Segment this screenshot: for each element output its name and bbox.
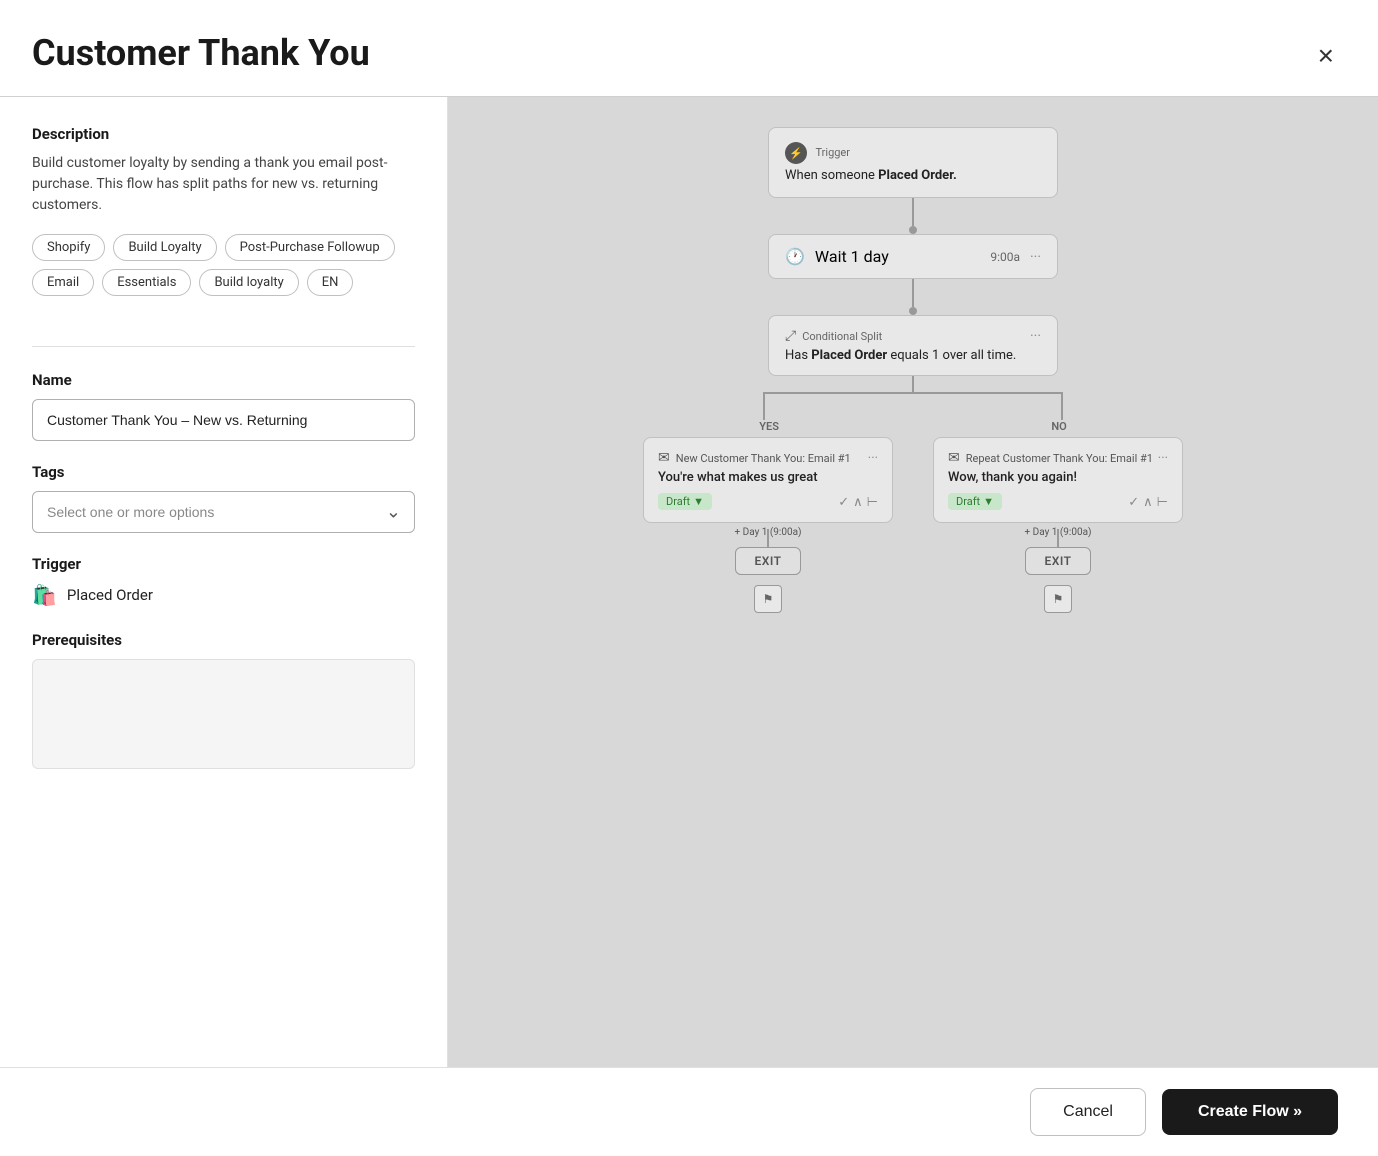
left-email-node: ✉ New Customer Thank You: Email #1 ··· Y…: [643, 437, 893, 523]
chip-build-loyalty-1: Build Loyalty: [113, 234, 216, 261]
right-draft-badge[interactable]: Draft ▼: [948, 493, 1002, 510]
chip-shopify: Shopify: [32, 234, 105, 261]
left-exit-node: EXIT: [735, 547, 800, 575]
name-section: Name: [32, 371, 415, 441]
left-filter-btn[interactable]: ⊢: [867, 494, 878, 510]
left-node-actions: ✓ ∧ ⊢: [838, 494, 878, 510]
wait-dots-menu[interactable]: ···: [1030, 249, 1041, 265]
left-up-btn[interactable]: ∧: [853, 494, 863, 510]
trigger-label: Trigger: [32, 555, 415, 573]
cancel-button[interactable]: Cancel: [1030, 1088, 1146, 1136]
split-node-content: Has Placed Order equals 1 over all time.: [785, 348, 1041, 363]
modal-header: Customer Thank You ×: [0, 0, 1378, 76]
left-check-btn[interactable]: ✓: [838, 494, 849, 510]
branch-top: [623, 376, 1203, 420]
modal-body: Description Build customer loyalty by se…: [0, 97, 1378, 1067]
split-dots-menu[interactable]: ···: [1030, 328, 1041, 344]
name-label: Name: [32, 371, 415, 389]
right-email-footer: Draft ▼ ✓ ∧ ⊢: [948, 493, 1168, 510]
prerequisites-label: Prerequisites: [32, 631, 415, 649]
left-email-header: ✉ New Customer Thank You: Email #1 ···: [658, 450, 878, 466]
left-connector: [767, 529, 769, 547]
right-exit-node: EXIT: [1025, 547, 1090, 575]
tags-select-wrapper: Select one or more options ⌄: [32, 491, 415, 533]
right-panel: ⚡ Trigger When someone Placed Order. 🕐: [448, 97, 1378, 1067]
yes-no-labels: YES NO: [623, 420, 1203, 433]
left-email-content: You're what makes us great: [658, 470, 878, 485]
right-connector: [1057, 529, 1059, 547]
tags-select[interactable]: Select one or more options: [32, 491, 415, 533]
chip-build-loyalty-2: Build loyalty: [199, 269, 298, 296]
modal-footer: Cancel Create Flow »: [0, 1067, 1378, 1156]
description-section: Description Build customer loyalty by se…: [32, 125, 415, 324]
center-connector: [912, 376, 914, 392]
chip-email: Email: [32, 269, 94, 296]
trigger-node: ⚡ Trigger When someone Placed Order.: [768, 127, 1058, 198]
right-email-header: ✉ Repeat Customer Thank You: Email #1 ··…: [948, 450, 1168, 466]
connector-1: [912, 198, 914, 226]
create-flow-button[interactable]: Create Flow »: [1162, 1089, 1338, 1135]
envelope-right-icon: ✉: [948, 450, 960, 466]
trigger-item: 🛍️ Placed Order: [32, 583, 415, 607]
left-branch: ✉ New Customer Thank You: Email #1 ··· Y…: [643, 437, 893, 613]
prerequisites-section: Prerequisites: [32, 631, 415, 769]
right-branch: ✉ Repeat Customer Thank You: Email #1 ··…: [933, 437, 1183, 613]
right-node-actions: ✓ ∧ ⊢: [1128, 494, 1168, 510]
left-panel: Description Build customer loyalty by se…: [0, 97, 448, 1067]
connector-dot-1: [909, 226, 917, 234]
left-draft-badge[interactable]: Draft ▼: [658, 493, 712, 510]
lightning-icon: ⚡: [785, 142, 807, 164]
right-dropdown-arrow: ▼: [983, 495, 994, 508]
modal-overlay: Customer Thank You × Description Build c…: [0, 0, 1378, 1156]
split-icon: ⤢: [785, 328, 796, 344]
dropdown-arrow: ▼: [693, 495, 704, 508]
right-check-btn[interactable]: ✓: [1128, 494, 1139, 510]
right-branch-line: [1061, 392, 1063, 420]
wait-text: Wait 1 day: [815, 247, 889, 266]
modal: Customer Thank You × Description Build c…: [0, 0, 1378, 1156]
form-divider: [32, 346, 415, 347]
tags-section: Tags Select one or more options ⌄: [32, 463, 415, 533]
left-email-footer: Draft ▼ ✓ ∧ ⊢: [658, 493, 878, 510]
envelope-left-icon: ✉: [658, 450, 670, 466]
right-up-btn[interactable]: ∧: [1143, 494, 1153, 510]
close-button[interactable]: ×: [1314, 36, 1338, 76]
wait-time: 9:00a: [990, 250, 1020, 264]
chip-row: Shopify Build Loyalty Post-Purchase Foll…: [32, 234, 415, 296]
modal-title: Customer Thank You: [32, 32, 370, 74]
left-email-dots[interactable]: ···: [868, 451, 878, 466]
description-label: Description: [32, 125, 415, 143]
clock-icon: 🕐: [785, 247, 805, 266]
chip-essentials: Essentials: [102, 269, 191, 296]
right-email-node: ✉ Repeat Customer Thank You: Email #1 ··…: [933, 437, 1183, 523]
trigger-node-header: ⚡ Trigger: [785, 142, 1041, 164]
prerequisites-box: [32, 659, 415, 769]
name-input[interactable]: [32, 399, 415, 441]
email-branches: ✉ New Customer Thank You: Email #1 ··· Y…: [643, 437, 1183, 613]
chip-post-purchase: Post-Purchase Followup: [225, 234, 395, 261]
wait-node: 🕐 Wait 1 day 9:00a ···: [768, 234, 1058, 279]
no-label: NO: [1051, 420, 1066, 433]
split-node: ⤢ Conditional Split ··· Has Placed Order…: [768, 315, 1058, 376]
connector-2: [912, 279, 914, 307]
trigger-value: Placed Order: [67, 586, 153, 604]
horizontal-line: [763, 392, 1063, 394]
trigger-node-content: When someone Placed Order.: [785, 168, 1041, 183]
trigger-section: Trigger 🛍️ Placed Order: [32, 555, 415, 607]
right-email-content: Wow, thank you again!: [948, 470, 1168, 485]
right-filter-btn[interactable]: ⊢: [1157, 494, 1168, 510]
split-node-header: ⤢ Conditional Split ···: [785, 328, 1041, 344]
yes-label: YES: [759, 420, 779, 433]
left-branch-line: [763, 392, 765, 420]
left-end-icon: ⚑: [754, 585, 782, 613]
shopify-icon: 🛍️: [32, 583, 57, 607]
right-end-icon: ⚑: [1044, 585, 1072, 613]
connector-dot-2: [909, 307, 917, 315]
tags-label: Tags: [32, 463, 415, 481]
chip-en: EN: [307, 269, 354, 296]
flow-diagram: ⚡ Trigger When someone Placed Order. 🕐: [613, 127, 1213, 613]
description-text: Build customer loyalty by sending a than…: [32, 153, 415, 216]
right-email-dots[interactable]: ···: [1158, 451, 1168, 466]
